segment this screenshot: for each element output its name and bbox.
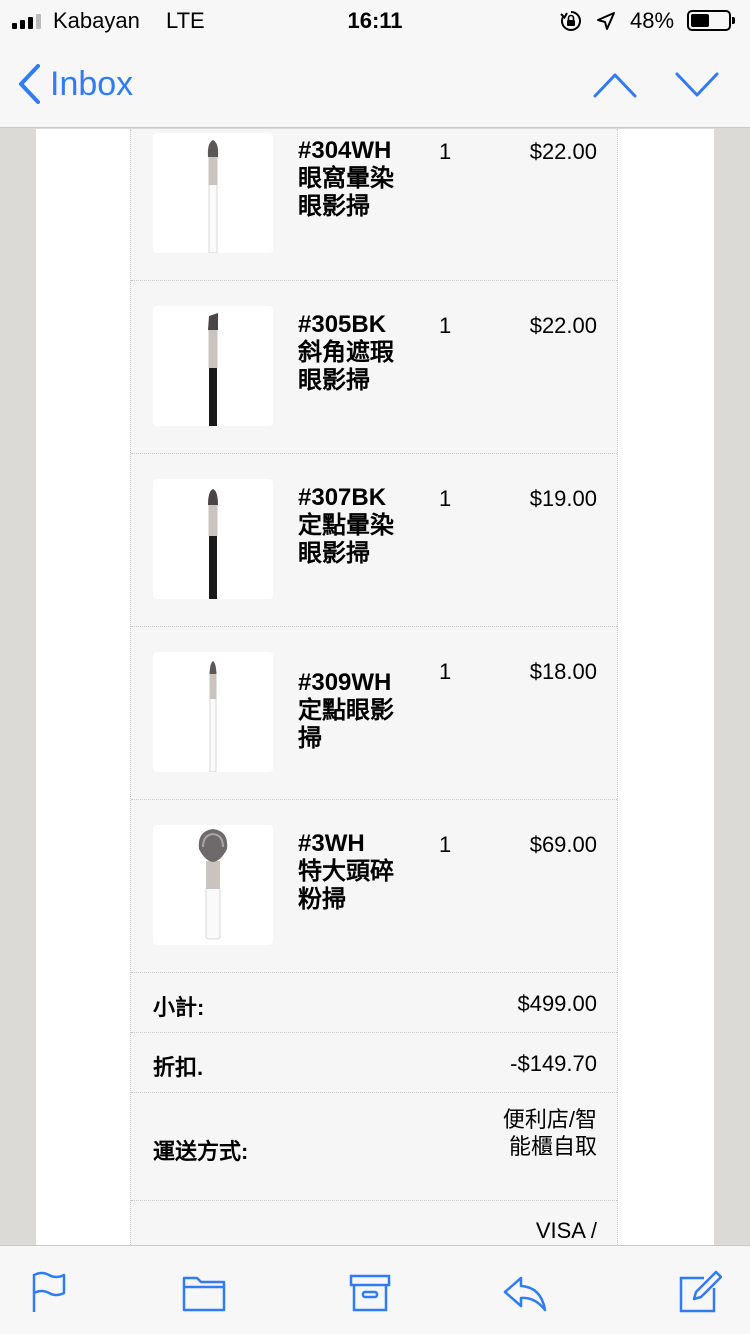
order-item-row: #304WH 眼窩暈染眼影掃 1 $22.00 <box>131 129 617 281</box>
payment-row: VISA / <box>131 1201 617 1245</box>
product-image[interactable] <box>153 306 273 426</box>
item-name: #305BK 斜角遮瑕眼影掃 <box>298 311 394 394</box>
item-quantity: 1 <box>439 486 452 511</box>
brush-image <box>209 661 217 773</box>
brush-image <box>208 489 218 599</box>
brush-image <box>208 313 218 426</box>
item-name: #309WH 定點眼影掃 <box>298 669 394 752</box>
product-image[interactable] <box>153 652 273 773</box>
subtotal-value: $499.00 <box>517 991 597 1016</box>
subtotal-label: 小計: <box>153 995 205 1020</box>
item-name: #304WH 眼窩暈染眼影掃 <box>298 137 394 220</box>
brush-image <box>198 829 228 940</box>
bottom-toolbar <box>0 1245 750 1334</box>
discount-row: 折扣. -$149.70 <box>131 1033 617 1093</box>
shipping-label: 運送方式: <box>153 1139 249 1164</box>
rotation-lock-icon <box>560 11 581 31</box>
order-item-row: #307BK 定點暈染眼影掃 1 $19.00 <box>131 454 617 627</box>
order-item-row: #309WH 定點眼影掃 1 $18.00 <box>131 627 617 800</box>
product-image[interactable] <box>153 479 273 599</box>
email-content[interactable]: #304WH 眼窩暈染眼影掃 1 $22.00 #305BK 斜角遮瑕眼影掃 1… <box>0 129 750 1245</box>
next-message-button[interactable] <box>674 68 720 102</box>
item-quantity: 1 <box>439 139 452 164</box>
product-image[interactable] <box>153 825 273 945</box>
item-price: $18.00 <box>529 659 597 684</box>
back-to-inbox-button[interactable]: Inbox <box>16 62 133 106</box>
email-body: #304WH 眼窩暈染眼影掃 1 $22.00 #305BK 斜角遮瑕眼影掃 1… <box>36 129 714 1245</box>
item-quantity: 1 <box>439 659 452 684</box>
compose-icon <box>679 1270 723 1313</box>
item-quantity: 1 <box>439 832 452 857</box>
payment-value: VISA / <box>535 1218 597 1243</box>
discount-label: 折扣. <box>153 1055 204 1080</box>
navigation-bar: Inbox <box>0 40 750 128</box>
folder-icon <box>182 1276 226 1312</box>
status-bar: Kabayan LTE 16:11 48% <box>0 0 750 40</box>
brush-image <box>207 140 219 254</box>
archive-button[interactable] <box>348 1270 392 1314</box>
item-quantity: 1 <box>439 313 452 338</box>
order-item-row: #305BK 斜角遮瑕眼影掃 1 $22.00 <box>131 281 617 454</box>
shipping-value: 便利店/智能櫃自取 <box>502 1107 597 1159</box>
item-price: $69.00 <box>529 832 597 857</box>
previous-message-button[interactable] <box>592 68 638 102</box>
item-name: #3WH 特大頭碎粉掃 <box>298 830 394 913</box>
subtotal-row: 小計: $499.00 <box>131 973 617 1033</box>
flag-button[interactable] <box>28 1270 72 1314</box>
item-price: $19.00 <box>529 486 597 511</box>
chevron-left-icon <box>19 64 40 104</box>
battery-icon <box>687 10 735 31</box>
shipping-row: 運送方式: 便利店/智能櫃自取 <box>131 1093 617 1201</box>
order-items-table: #304WH 眼窩暈染眼影掃 1 $22.00 #305BK 斜角遮瑕眼影掃 1… <box>130 129 618 1245</box>
back-label: Inbox <box>50 64 134 103</box>
discount-value: -$149.70 <box>510 1051 597 1076</box>
archive-icon <box>349 1274 391 1312</box>
battery-percentage: 48% <box>630 8 675 33</box>
item-price: $22.00 <box>529 139 597 164</box>
order-item-row: #3WH 特大頭碎粉掃 1 $69.00 <box>131 800 617 973</box>
flag-icon <box>32 1271 66 1312</box>
item-price: $22.00 <box>529 313 597 338</box>
location-icon <box>597 12 615 30</box>
move-to-folder-button[interactable] <box>182 1270 226 1314</box>
product-image[interactable] <box>153 133 273 254</box>
compose-button[interactable] <box>678 1270 723 1314</box>
reply-icon <box>503 1276 547 1312</box>
item-name: #307BK 定點暈染眼影掃 <box>298 484 394 567</box>
reply-button[interactable] <box>503 1270 547 1314</box>
